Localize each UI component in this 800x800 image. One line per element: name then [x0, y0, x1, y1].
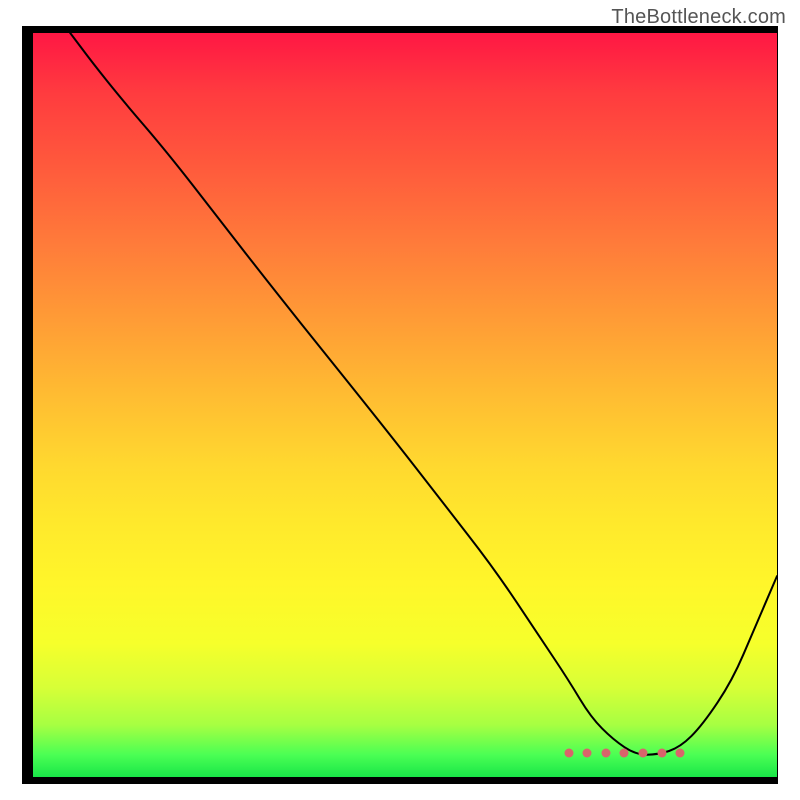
curve-layer: [33, 33, 777, 777]
optimal-marker: [657, 749, 666, 758]
optimal-marker: [620, 749, 629, 758]
watermark-text: TheBottleneck.com: [611, 6, 786, 29]
optimal-marker: [583, 749, 592, 758]
optimal-marker: [676, 749, 685, 758]
optimal-marker: [601, 749, 610, 758]
optimal-marker: [639, 749, 648, 758]
plot-area: [33, 33, 777, 777]
optimal-marker: [564, 749, 573, 758]
chart-container: TheBottleneck.com: [0, 0, 800, 800]
bottleneck-curve: [70, 33, 777, 755]
